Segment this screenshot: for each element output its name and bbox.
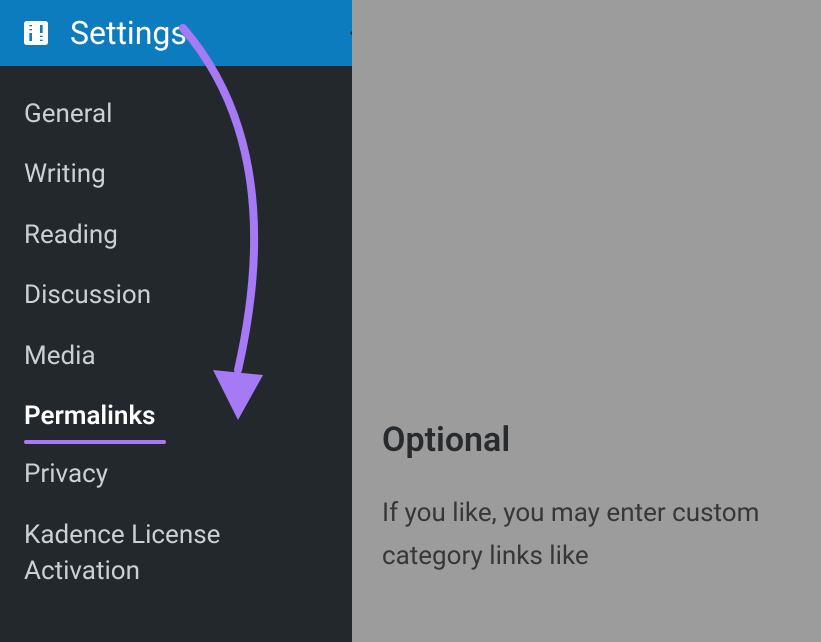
sidebar-item-privacy[interactable]: Privacy [0,444,352,504]
sidebar-header[interactable]: Settings [0,0,352,66]
sidebar-item-discussion[interactable]: Discussion [0,265,352,325]
sidebar-item-label: Reading [24,220,118,250]
dim-overlay [352,0,821,642]
sidebar-item-media[interactable]: Media [0,326,352,386]
app-container: Settings General Writing Reading Discuss… [0,0,821,642]
sidebar-item-label: Media [24,341,96,371]
sidebar-item-permalinks[interactable]: Permalinks [0,386,352,446]
sidebar-item-label: General [24,99,112,129]
sidebar-menu: General Writing Reading Discussion Media… [0,66,352,620]
sidebar-item-kadence-license[interactable]: Kadence License Activation [0,505,352,602]
sidebar-item-general[interactable]: General [0,84,352,144]
settings-sidebar: Settings General Writing Reading Discuss… [0,0,352,642]
sliders-icon [20,17,52,49]
sidebar-item-writing[interactable]: Writing [0,144,352,204]
sidebar-item-label: Permalinks [24,401,156,431]
main-content: Optional If you like, you may enter cust… [352,0,821,642]
sidebar-item-reading[interactable]: Reading [0,205,352,265]
sidebar-item-label: Writing [24,159,106,189]
sidebar-header-title: Settings [70,14,187,52]
sidebar-item-label: Kadence License Activation [24,520,220,586]
sidebar-item-label: Privacy [24,459,108,489]
sidebar-item-label: Discussion [24,280,151,310]
